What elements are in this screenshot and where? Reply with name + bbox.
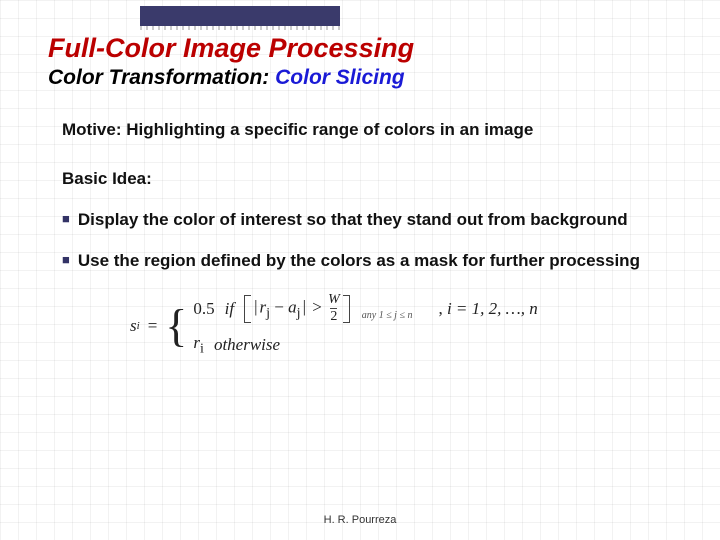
bullet-text-1: Display the color of interest so that th…: [78, 209, 652, 232]
frac-den: 2: [330, 308, 337, 324]
case-line-2: ri otherwise: [193, 333, 537, 357]
ri-sub: i: [200, 340, 204, 356]
content-area: Motive: Highlighting a specific range of…: [48, 119, 672, 357]
formula-lhs: si: [130, 316, 140, 336]
fraction-w-over-2: W 2: [328, 293, 340, 324]
bullet-item-1: ■ Display the color of interest so that …: [62, 209, 652, 232]
abs-inner: |rj − aj| > W 2: [250, 293, 344, 324]
bullet-item-2: ■ Use the region defined by the colors a…: [62, 250, 652, 273]
comma: ,: [438, 299, 442, 318]
basic-idea-heading: Basic Idea:: [62, 168, 652, 191]
subtitle-slicing: Color Slicing: [275, 66, 405, 89]
aj-sub: j: [297, 305, 301, 321]
ri-var: r: [193, 333, 200, 352]
range-text: i = 1, 2, …, n: [447, 299, 538, 318]
case-line-1: 0.5 if |rj − aj| > W 2: [193, 295, 537, 323]
formula-cases: 0.5 if |rj − aj| > W 2: [193, 295, 537, 357]
aj-var: a: [288, 297, 297, 316]
rj-sub: j: [266, 305, 270, 321]
gt-sign: >: [312, 297, 322, 316]
bullet-marker-icon: ■: [62, 250, 70, 271]
motive-text: Motive: Highlighting a specific range of…: [62, 119, 652, 142]
equals-sign: =: [148, 316, 158, 336]
slide-title: Full-Color Image Processing: [48, 34, 672, 64]
bullet-text-2: Use the region defined by the colors as …: [78, 250, 652, 273]
header-ornament-bar: [140, 6, 340, 26]
formula-block: si = { 0.5 if |rj − aj| > W: [130, 295, 652, 357]
case1-value: 0.5: [193, 299, 214, 319]
case1-tail: , i = 1, 2, …, n: [438, 299, 537, 319]
subtitle-transform: Color Transformation:: [48, 66, 275, 89]
frac-num: W: [328, 293, 340, 308]
abs-bracket: |rj − aj| > W 2: [244, 295, 350, 323]
otherwise-word: otherwise: [214, 335, 280, 355]
if-word: if: [225, 299, 234, 319]
condition-subscript: any 1 ≤ j ≤ n: [362, 310, 413, 323]
lhs-var: s: [130, 316, 137, 336]
footer-author: H. R. Pourreza: [0, 514, 720, 526]
slide-subtitle: Color Transformation: Color Slicing: [48, 66, 672, 89]
bullet-marker-icon: ■: [62, 209, 70, 230]
lhs-sub: i: [137, 320, 140, 332]
slide-body: Full-Color Image Processing Color Transf…: [0, 0, 720, 357]
header-ornament-dotted: [140, 26, 340, 30]
minus-sign: −: [274, 297, 284, 316]
left-brace-icon: {: [165, 306, 187, 345]
